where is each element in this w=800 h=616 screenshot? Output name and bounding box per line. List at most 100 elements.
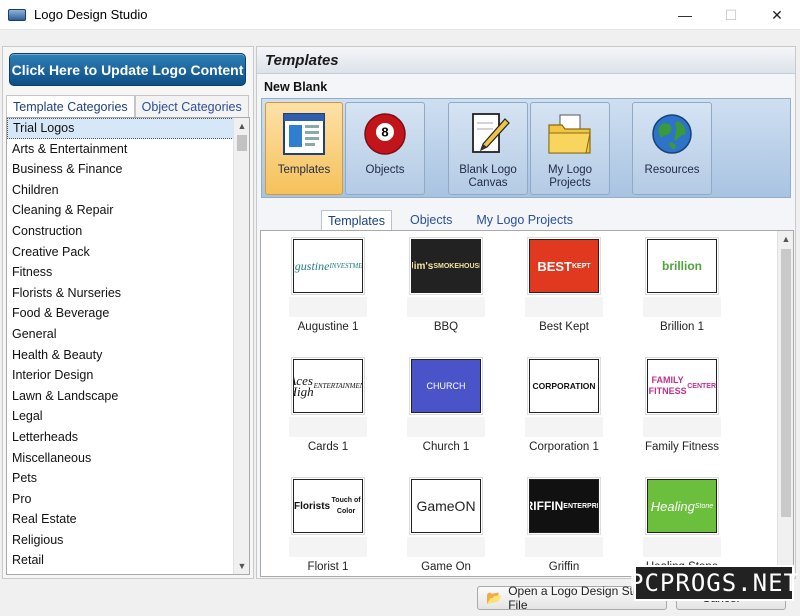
category-item[interactable]: Letterheads <box>7 427 234 448</box>
template-thumbnail[interactable]: GameON Game On <box>387 475 505 576</box>
template-thumbnail[interactable]: Florists Touch of Color Florist 1 <box>269 475 387 576</box>
thumbnail-reflection <box>525 417 603 437</box>
category-item[interactable]: Real Estate <box>7 509 234 530</box>
templates-icon <box>279 109 329 159</box>
tab-my-logo-projects[interactable]: My Logo Projects <box>470 210 579 230</box>
template-thumbnail[interactable]: HealingStoneHealing Stone <box>623 475 741 576</box>
thumbnail-reflection <box>289 537 367 557</box>
logo-art-subtext: CENTER <box>687 382 716 390</box>
template-preview-image: Healing Stone <box>645 477 719 535</box>
category-tabs: Template Categories Object Categories <box>6 95 249 117</box>
logo-art: CORPORATION <box>529 359 599 413</box>
template-preview-image: AugustineINVESTMENTS <box>291 237 365 295</box>
category-item[interactable]: Fitness <box>7 262 234 283</box>
category-item[interactable]: Miscellaneous <box>7 448 234 469</box>
category-item[interactable]: Cleaning & Repair <box>7 200 234 221</box>
category-item[interactable]: Pets <box>7 468 234 489</box>
category-item[interactable]: Arts & Entertainment <box>7 139 234 160</box>
tab-templates[interactable]: Templates <box>321 210 392 230</box>
close-button[interactable]: ✕ <box>754 0 800 30</box>
template-preview-image: Florists Touch of Color <box>291 477 365 535</box>
right-panel: Templates New Blank Templates 8 Objects … <box>256 46 796 579</box>
template-preview-image: CHURCH <box>409 357 483 415</box>
thumbnail-reflection <box>407 297 485 317</box>
big-button-strip: Templates 8 Objects Blank Logo Canvas My… <box>261 98 791 198</box>
tab-objects[interactable]: Objects <box>404 210 458 230</box>
template-thumbnail[interactable]: Jim'sSMOKEHOUSE BBQ <box>387 235 505 345</box>
left-panel: Click Here to Update Logo Content Templa… <box>2 46 254 579</box>
logo-art: GRIFFINENTERPRISES <box>529 479 599 533</box>
logo-art-subtext: ENTERPRISES <box>563 502 599 510</box>
template-thumbnail-label: Church 1 <box>422 441 470 453</box>
window-title: Logo Design Studio <box>34 7 148 22</box>
category-scrollbar[interactable]: ▲ ▼ <box>233 118 249 574</box>
logo-art: brillion <box>647 239 717 293</box>
logo-art-subtext: Touch of Color <box>331 497 361 515</box>
app-icon <box>8 8 26 21</box>
tab-object-categories[interactable]: Object Categories <box>134 95 249 117</box>
category-list: Trial Logos Arts & Entertainment Business … <box>6 117 250 575</box>
update-logo-content-button[interactable]: Click Here to Update Logo Content <box>9 53 246 86</box>
template-thumbnail-label: Family Fitness <box>644 441 720 453</box>
resources-label: Resources <box>644 164 700 176</box>
resources-button[interactable]: Resources <box>632 102 712 195</box>
logo-art-text: CHURCH <box>426 380 466 391</box>
logo-art-subtext: ENTERTAINMENT <box>313 381 363 390</box>
templates-button-label: Templates <box>277 164 331 176</box>
gallery-scrollbar[interactable]: ▲ ▼ <box>777 231 793 576</box>
maximize-button[interactable]: ☐ <box>708 0 754 30</box>
template-thumbnail[interactable]: AugustineINVESTMENTS Augustine 1 <box>269 235 387 345</box>
gallery-scroll-up-icon[interactable]: ▲ <box>778 231 793 247</box>
category-item[interactable]: Health & Beauty <box>7 345 234 366</box>
category-item[interactable]: Business & Finance <box>7 159 234 180</box>
template-thumbnail[interactable]: GRIFFINENTERPRISES Griffin <box>505 475 623 576</box>
view-tabs: Templates Objects My Logo Projects <box>321 210 591 230</box>
new-blank-label: New Blank <box>264 80 328 94</box>
category-item[interactable]: General <box>7 324 234 345</box>
minimize-button[interactable]: — <box>662 0 708 30</box>
category-item[interactable]: Creative Pack <box>7 242 234 263</box>
template-preview-image: brillion <box>645 237 719 295</box>
window-controls: — ☐ ✕ <box>662 0 800 30</box>
logo-art-text: FAMILY FITNESS <box>648 375 687 396</box>
category-item[interactable]: Pro <box>7 489 234 510</box>
template-thumbnail-label: Griffin <box>548 561 580 573</box>
category-item[interactable]: Legal <box>7 406 234 427</box>
template-thumbnail-label: BBQ <box>433 321 459 333</box>
category-item[interactable]: Florists & Nurseries <box>7 283 234 304</box>
gallery-scroll-thumb[interactable] <box>781 249 791 517</box>
category-item[interactable]: Construction <box>7 221 234 242</box>
template-thumbnail[interactable]: Aces HighENTERTAINMENT Cards 1 <box>269 355 387 465</box>
template-preview-image: GameON <box>409 477 483 535</box>
scroll-down-arrow-icon[interactable]: ▼ <box>234 558 249 574</box>
category-item[interactable]: Retail <box>7 550 234 571</box>
logo-art-subtext: SMOKEHOUSE <box>433 262 481 270</box>
category-item[interactable]: Food & Beverage <box>7 303 234 324</box>
category-item[interactable]: Religious <box>7 530 234 551</box>
template-thumbnail[interactable]: CORPORATION Corporation 1 <box>505 355 623 465</box>
template-thumbnail-label: Best Kept <box>539 321 589 333</box>
category-item[interactable]: Interior Design <box>7 365 234 386</box>
category-item[interactable]: Children <box>7 180 234 201</box>
logo-art-text: CORPORATION <box>532 380 596 391</box>
my-logo-projects-button[interactable]: My Logo Projects <box>530 102 610 195</box>
logo-art-text: Aces High <box>294 373 314 399</box>
template-thumbnail[interactable]: brillion Brillion 1 <box>623 235 741 345</box>
scroll-thumb[interactable] <box>237 135 247 151</box>
logo-art: CHURCH <box>411 359 481 413</box>
template-preview-image: Jim'sSMOKEHOUSE <box>409 237 483 295</box>
objects-button[interactable]: 8 Objects <box>345 102 425 195</box>
templates-button[interactable]: Templates <box>265 102 343 195</box>
blank-logo-canvas-button[interactable]: Blank Logo Canvas <box>448 102 528 195</box>
logo-art-text: Florists <box>294 500 331 512</box>
tab-template-categories[interactable]: Template Categories <box>6 95 135 117</box>
category-item[interactable]: Lawn & Landscape <box>7 386 234 407</box>
template-thumbnail[interactable]: BEST KEPT Best Kept <box>505 235 623 345</box>
thumbnail-reflection <box>643 297 721 317</box>
thumbnail-reflection <box>407 417 485 437</box>
scroll-up-arrow-icon[interactable]: ▲ <box>234 118 249 134</box>
template-thumbnail[interactable]: FAMILY FITNESS CENTER Family Fitness <box>623 355 741 465</box>
template-thumbnail[interactable]: CHURCH Church 1 <box>387 355 505 465</box>
category-item[interactable]: Trial Logos <box>7 118 234 139</box>
thumbnail-reflection <box>525 537 603 557</box>
